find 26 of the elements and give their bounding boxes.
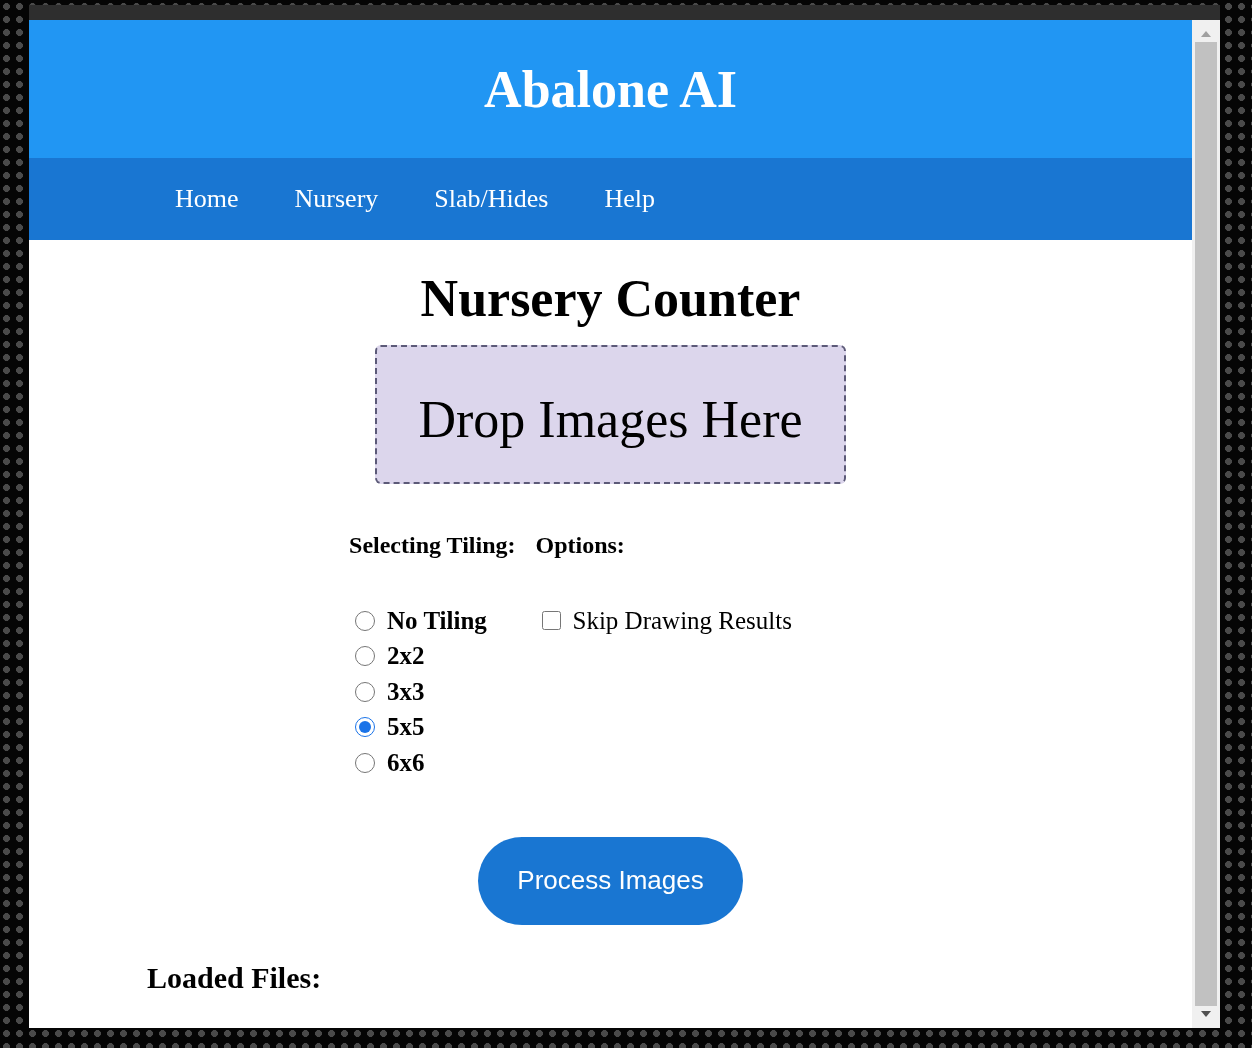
option-label: Skip Drawing Results [572, 606, 792, 635]
scroll-down-icon[interactable] [1200, 1010, 1212, 1018]
radio-button[interactable] [355, 717, 376, 738]
option-label: 5x5 [387, 713, 425, 742]
site-title: Abalone AI [484, 59, 737, 119]
nav-link[interactable]: Help [604, 184, 655, 214]
page-heading: Nursery Counter [420, 270, 801, 328]
section-label: Options: [535, 532, 626, 560]
scroll-up-icon[interactable] [1200, 30, 1212, 38]
section-label: Selecting Tiling: [349, 532, 516, 560]
option-label: 3x3 [387, 677, 425, 706]
process-button[interactable]: Process Images [478, 836, 743, 925]
scrollbar-thumb[interactable] [1195, 42, 1217, 1006]
radio-button[interactable] [355, 610, 376, 631]
nav-link[interactable]: Nursery [294, 184, 379, 214]
nav-link[interactable]: Slab/Hides [434, 184, 549, 214]
section-label: Loaded Files: [147, 960, 322, 995]
option-label: No Tiling [387, 606, 487, 635]
drop-zone[interactable]: Drop Images Here [375, 345, 846, 485]
option-label: 6x6 [387, 748, 425, 777]
radio-button[interactable] [355, 646, 376, 667]
radio-button[interactable] [355, 681, 376, 702]
radio-button[interactable] [355, 752, 376, 773]
checkbox[interactable] [541, 611, 561, 631]
nav-link[interactable]: Home [175, 184, 239, 214]
option-label: 2x2 [387, 642, 425, 671]
